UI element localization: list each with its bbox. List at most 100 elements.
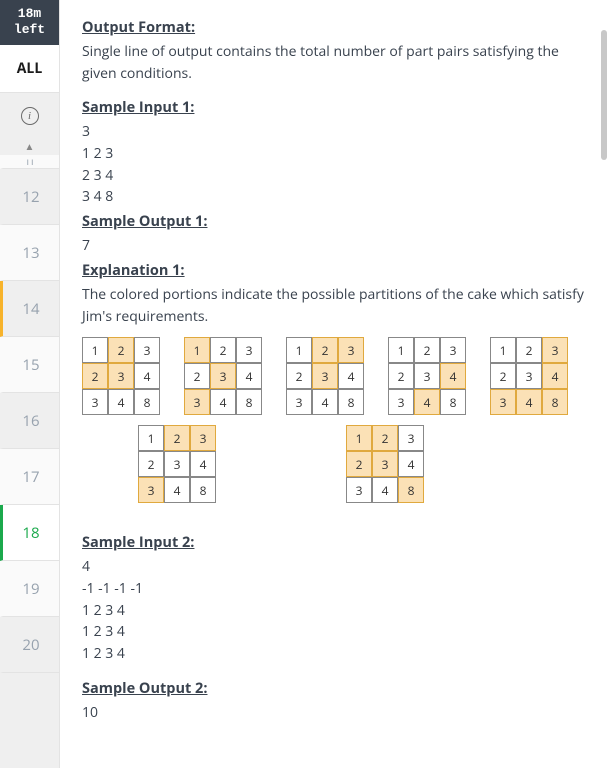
- grid-cell: 8: [190, 477, 216, 503]
- grid-cell: 1: [346, 425, 372, 451]
- grid-cell: 2: [372, 425, 398, 451]
- grid-cell: 2: [388, 363, 414, 389]
- scrollbar-thumb[interactable]: [601, 30, 607, 160]
- grid-cell: 3: [236, 337, 262, 363]
- timer-box: 18m left: [0, 0, 59, 45]
- grid-cell: 3: [414, 363, 440, 389]
- grid-cell: 2: [184, 363, 210, 389]
- grid-cell: 3: [398, 425, 424, 451]
- grid-cell: 3: [108, 363, 134, 389]
- question-nav-item-15[interactable]: 15: [0, 337, 59, 393]
- grid-cell: 3: [440, 337, 466, 363]
- partition-grid: 123234348: [346, 425, 424, 503]
- grid-cell: 2: [164, 425, 190, 451]
- grid-cell: 8: [542, 389, 568, 415]
- grid-cell: 4: [338, 363, 364, 389]
- output-format-body: Single line of output contains the total…: [82, 41, 597, 84]
- grid-cell: 4: [236, 363, 262, 389]
- grid-cell: 4: [134, 363, 160, 389]
- grid-cell: 1: [138, 425, 164, 451]
- partition-grid: 123234348: [286, 337, 364, 415]
- sample-output-1-header: Sample Output 1:: [82, 212, 597, 231]
- grid-cell: 4: [190, 451, 216, 477]
- sample-line: -1 -1 -1 -1: [82, 578, 597, 600]
- grid-cell: 3: [82, 389, 108, 415]
- sample-line: 1 2 3: [82, 143, 597, 165]
- grid-cell: 3: [134, 337, 160, 363]
- grid-cell: 8: [134, 389, 160, 415]
- grid-cell: 2: [346, 451, 372, 477]
- question-sidebar: 18m left ALL i ▲ ıı121314151617181920: [0, 0, 60, 768]
- sample-line: 3: [82, 121, 597, 143]
- sample-input-2-header: Sample Input 2:: [82, 533, 597, 552]
- grid-cell: 4: [108, 389, 134, 415]
- sample-output-2-header: Sample Output 2:: [82, 679, 597, 698]
- grid-cell: 2: [210, 337, 236, 363]
- grid-cell: 1: [388, 337, 414, 363]
- sample-output-1-body: 7: [82, 235, 597, 257]
- all-questions-button[interactable]: ALL: [0, 45, 59, 93]
- grid-cell: 4: [398, 451, 424, 477]
- grid-cell: 1: [490, 337, 516, 363]
- partition-grid: 123234348: [388, 337, 466, 415]
- info-icon: i: [21, 107, 39, 125]
- partition-grids-row-2: 123234348123234348: [82, 425, 597, 503]
- grid-cell: 1: [286, 337, 312, 363]
- grid-cell: 2: [516, 337, 542, 363]
- grid-cell: 4: [210, 389, 236, 415]
- partition-grids-row-1: 1232343481232343481232343481232343481232…: [82, 337, 597, 415]
- timer-label: left: [0, 22, 59, 38]
- sample-line: 1 2 3 4: [82, 643, 597, 665]
- sample-line: 1 2 3 4: [82, 621, 597, 643]
- nav-up-arrow[interactable]: ▲: [0, 137, 59, 155]
- timer-time: 18m: [0, 6, 59, 22]
- question-nav-item-18[interactable]: 18: [0, 505, 59, 561]
- grid-cell: 3: [164, 451, 190, 477]
- question-nav-item-19[interactable]: 19: [0, 561, 59, 617]
- grid-cell: 4: [542, 363, 568, 389]
- problem-statement-pane: Output Format: Single line of output con…: [60, 0, 609, 768]
- grid-cell: 3: [184, 389, 210, 415]
- partition-grid: 123234348: [490, 337, 568, 415]
- output-format-header: Output Format:: [82, 18, 597, 37]
- partition-grid: 123234348: [82, 337, 160, 415]
- grid-cell: 4: [414, 389, 440, 415]
- grid-cell: 3: [138, 477, 164, 503]
- grid-cell: 4: [312, 389, 338, 415]
- grid-cell: 4: [516, 389, 542, 415]
- sample-line: 3 4 8: [82, 186, 597, 208]
- grid-cell: 2: [286, 363, 312, 389]
- explanation-1-body: The colored portions indicate the possib…: [82, 284, 597, 327]
- grid-cell: 4: [440, 363, 466, 389]
- grid-cell: 8: [338, 389, 364, 415]
- grid-cell: 3: [210, 363, 236, 389]
- question-nav-item-13[interactable]: 13: [0, 225, 59, 281]
- grid-cell: 4: [372, 477, 398, 503]
- grid-cell: 1: [184, 337, 210, 363]
- grid-cell: 3: [388, 389, 414, 415]
- grid-cell: 2: [82, 363, 108, 389]
- grid-cell: 2: [108, 337, 134, 363]
- grid-cell: 3: [312, 363, 338, 389]
- grid-cell: 2: [312, 337, 338, 363]
- grid-cell: 3: [190, 425, 216, 451]
- sample-input-1-body: 31 2 32 3 43 4 8: [82, 121, 597, 208]
- question-nav-item-12[interactable]: 12: [0, 169, 59, 225]
- grid-cell: 2: [414, 337, 440, 363]
- sample-line: 1 2 3 4: [82, 600, 597, 622]
- question-nav-item-20[interactable]: 20: [0, 617, 59, 673]
- sample-line: 4: [82, 556, 597, 578]
- grid-cell: 2: [490, 363, 516, 389]
- question-nav-item-17[interactable]: 17: [0, 449, 59, 505]
- question-nav-item-11[interactable]: ıı: [0, 155, 59, 169]
- grid-cell: 3: [516, 363, 542, 389]
- grid-cell: 3: [286, 389, 312, 415]
- question-nav-item-14[interactable]: 14: [0, 281, 59, 337]
- partition-grid: 123234348: [184, 337, 262, 415]
- grid-cell: 2: [138, 451, 164, 477]
- sample-input-1-header: Sample Input 1:: [82, 98, 597, 117]
- grid-cell: 3: [490, 389, 516, 415]
- info-icon-wrap[interactable]: i: [0, 93, 59, 137]
- question-nav-list: ıı121314151617181920: [0, 155, 59, 673]
- question-nav-item-16[interactable]: 16: [0, 393, 59, 449]
